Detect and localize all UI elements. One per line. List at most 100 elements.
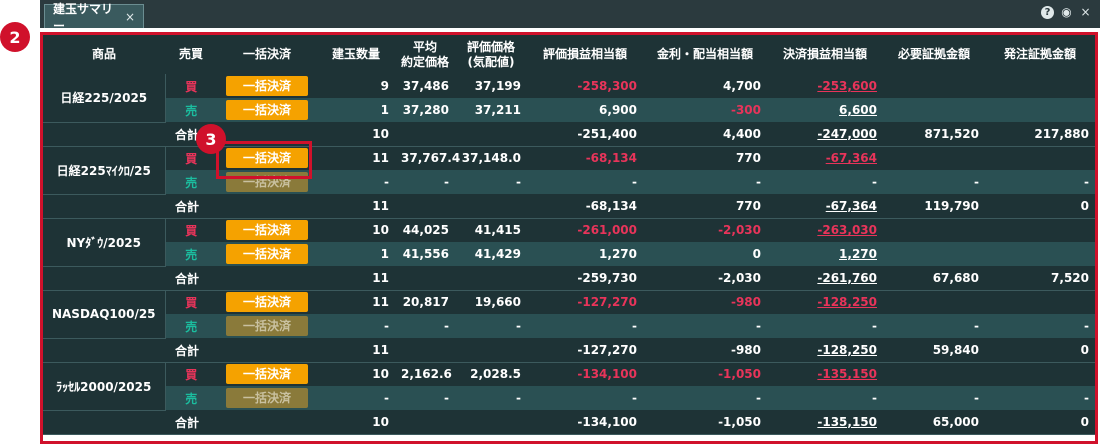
quantity: 11 xyxy=(317,146,395,170)
empty xyxy=(455,122,527,147)
total-settle-link[interactable]: -261,760 xyxy=(817,271,877,285)
bulk-settle-button[interactable]: 一括決済 xyxy=(226,292,308,313)
eval-pl: - xyxy=(527,314,643,338)
side-label: 売 xyxy=(165,98,217,122)
quantity: 1 xyxy=(317,242,395,266)
avg-price: 37,486 xyxy=(395,74,455,98)
interest-dividend: 770 xyxy=(643,146,767,170)
column-header: 決済損益相当額 xyxy=(767,35,883,74)
total-eval-pl: -134,100 xyxy=(527,410,643,435)
bulk-settle-button: 一括決済 xyxy=(226,172,308,192)
table-row: ﾗｯｾﾙ2000/2025 買一括決済 10 2,162.6 2,028.5 -134,1… xyxy=(43,362,1095,411)
bulk-settle-button[interactable]: 一括決済 xyxy=(226,148,308,169)
side-label: 売 xyxy=(165,386,217,410)
close-icon[interactable]: × xyxy=(1079,6,1092,19)
eval-pl: 6,900 xyxy=(527,98,643,122)
total-settle-link[interactable]: -128,250 xyxy=(817,343,877,357)
total-row: 合計 11 -259,730 -2,030 -261,760 67,680 7,520 xyxy=(43,266,1095,291)
avg-price: - xyxy=(395,386,455,410)
bulk-settle-button: 一括決済 xyxy=(226,316,308,336)
eval-price: - xyxy=(455,314,527,338)
empty xyxy=(455,194,527,219)
order-margin xyxy=(985,218,1095,242)
order-margin xyxy=(985,74,1095,98)
bulk-settle-button[interactable]: 一括決済 xyxy=(226,364,308,385)
quantity: 1 xyxy=(317,98,395,122)
total-settle-link[interactable]: -247,000 xyxy=(817,127,877,141)
eval-pl: - xyxy=(527,170,643,194)
avg-price: 44,025 xyxy=(395,218,455,242)
interest-dividend: 4,700 xyxy=(643,74,767,98)
total-label: 合計 xyxy=(43,122,317,147)
total-order-margin: 0 xyxy=(985,338,1095,363)
eye-icon[interactable]: ◉ xyxy=(1060,6,1073,19)
bulk-settle-button: 一括決済 xyxy=(226,388,308,408)
eval-price: 41,429 xyxy=(455,242,527,266)
tab-position-summary[interactable]: 建玉サマリー × xyxy=(44,2,144,33)
bulk-settle-button[interactable]: 一括決済 xyxy=(226,244,308,264)
table-row: 日経225/2025 買一括決済 9 37,486 37,199 -258,300 4,70… xyxy=(43,74,1095,123)
total-settle-cell: -247,000 xyxy=(767,122,883,147)
order-margin xyxy=(985,290,1095,314)
total-order-margin: 7,520 xyxy=(985,266,1095,291)
total-row: 合計 11 -68,134 770 -67,364 119,790 0 xyxy=(43,194,1095,219)
total-quantity: 10 xyxy=(317,122,395,147)
total-settle-cell: -67,364 xyxy=(767,194,883,219)
eval-pl: -68,134 xyxy=(527,146,643,170)
bulk-settle-button[interactable]: 一括決済 xyxy=(226,100,308,120)
interest-dividend: -1,050 xyxy=(643,362,767,386)
bulk-settle-button[interactable]: 一括決済 xyxy=(226,76,308,96)
settle-pl-link[interactable]: 1,270 xyxy=(839,247,877,261)
required-margin xyxy=(883,290,985,314)
avg-price: 41,556 xyxy=(395,242,455,266)
required-margin xyxy=(883,218,985,242)
interest-dividend: 0 xyxy=(643,242,767,266)
position-summary-table: 商品 売買 一括決済 建玉数量 平均 約定価格 評価価格 (気配値) 評価損益相当額 金利・配当相… xyxy=(43,35,1095,435)
avg-price: 20,817 xyxy=(395,290,455,314)
required-margin: - xyxy=(883,314,985,338)
total-settle-cell: -261,760 xyxy=(767,266,883,291)
order-margin xyxy=(985,362,1095,386)
settle-pl-link[interactable]: -135,150 xyxy=(817,367,877,381)
settle-pl-link[interactable]: -128,250 xyxy=(817,295,877,309)
tab-bar: 建玉サマリー × ? ◉ × xyxy=(0,0,1100,33)
eval-pl: -261,000 xyxy=(527,218,643,242)
side-label: 売 xyxy=(165,314,217,338)
tab-close-icon[interactable]: × xyxy=(125,10,135,24)
total-order-margin: 0 xyxy=(985,194,1095,219)
bulk-settle-button[interactable]: 一括決済 xyxy=(226,220,308,241)
total-settle-link[interactable]: -135,150 xyxy=(817,415,877,429)
total-settle-link[interactable]: -67,364 xyxy=(826,199,877,213)
eval-price: 37,211 xyxy=(455,98,527,122)
empty xyxy=(395,122,455,147)
settle-pl-cell: -263,030 xyxy=(767,218,883,242)
table-row: 売一括決済 1 41,556 41,429 1,270 0 1,270 xyxy=(43,242,1095,266)
total-label: 合計 xyxy=(43,338,317,363)
eval-pl: -134,100 xyxy=(527,362,643,386)
total-eval-pl: -127,270 xyxy=(527,338,643,363)
interest-dividend: -300 xyxy=(643,98,767,122)
avg-price: - xyxy=(395,314,455,338)
bulk-settle-cell: 一括決済 xyxy=(217,170,317,194)
settle-pl-link: - xyxy=(872,175,877,189)
help-icon[interactable]: ? xyxy=(1041,6,1054,19)
order-margin xyxy=(985,146,1095,170)
settle-pl-link[interactable]: -263,030 xyxy=(817,223,877,237)
avg-price: 37,280 xyxy=(395,98,455,122)
settle-pl-link[interactable]: -253,600 xyxy=(817,79,877,93)
required-margin xyxy=(883,362,985,386)
eval-price: - xyxy=(455,170,527,194)
order-margin: - xyxy=(985,314,1095,338)
settle-pl-cell: -67,364 xyxy=(767,146,883,170)
avg-price: 2,162.6 xyxy=(395,362,455,386)
settle-pl-link[interactable]: 6,600 xyxy=(839,103,877,117)
column-header: 建玉数量 xyxy=(317,35,395,74)
column-header: 金利・配当相当額 xyxy=(643,35,767,74)
bulk-settle-cell: 一括決済 xyxy=(217,386,317,410)
product-name: NASDAQ100/25 xyxy=(43,290,166,339)
settle-pl-link[interactable]: -67,364 xyxy=(826,151,877,165)
order-margin: - xyxy=(985,386,1095,410)
column-header: 評価価格 (気配値) xyxy=(455,35,527,74)
bulk-settle-cell: 一括決済 xyxy=(217,242,317,266)
total-label: 合計 xyxy=(43,410,317,435)
